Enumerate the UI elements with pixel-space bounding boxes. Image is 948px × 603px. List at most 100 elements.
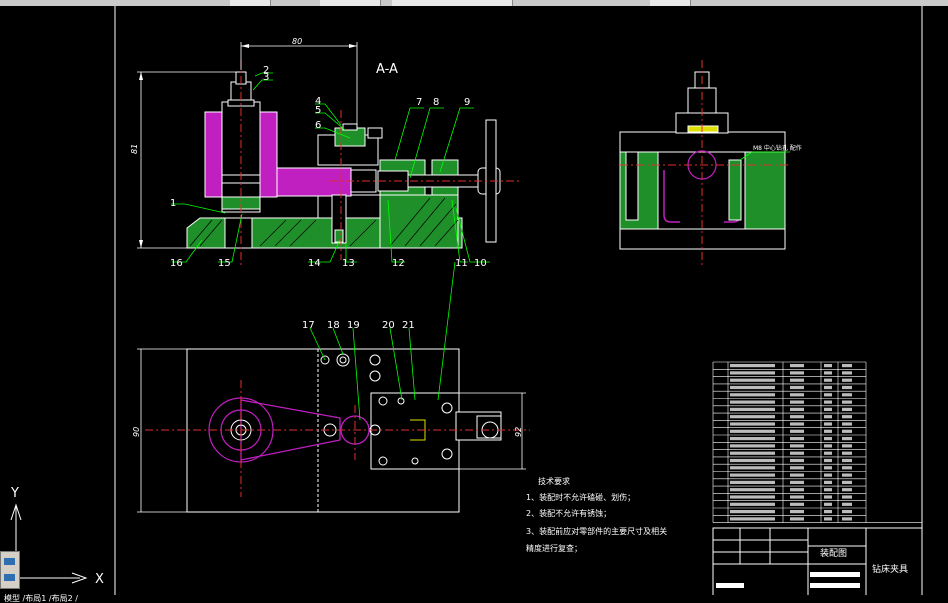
parts-list-cell-text [730,444,775,448]
parts-list-cell-text [842,451,852,455]
parts-list-cell-text [824,444,832,448]
part-number-3: 3 [263,72,269,83]
part-number-1: 1 [170,198,176,209]
part-number-8: 8 [433,97,439,108]
parts-list-cell-text [730,495,775,499]
part-number-7: 7 [416,97,422,108]
parts-list-cell-text [790,422,804,426]
parts-list-cell-text [824,429,832,433]
parts-list-cell-text [824,422,832,426]
parts-list-cell-text [790,415,804,419]
parts-list-cell-text [842,422,852,426]
side-view [619,60,790,265]
part-number-6: 6 [315,120,321,131]
parts-list-cell-text [842,378,852,382]
dimension-plan-right: 92 [514,427,523,437]
dimension-top-width: 80 [292,37,302,46]
dimension-left-height: 81 [130,144,139,154]
parts-list-cell-text [790,444,804,448]
parts-list-table [712,361,923,523]
parts-list-cell-text [842,393,852,397]
parts-list-cell-text [730,393,775,397]
parts-list-cell-text [842,495,852,499]
part-number-14: 14 [308,258,321,269]
technical-requirements: 技术要求 1、装配时不允许磕碰、划伤； 2、装配不允许有锈蚀； 3、装配前应对零… [526,476,667,553]
part-number-9: 9 [464,97,470,108]
parts-list-cell-text [842,466,852,470]
parts-list-cell-text [730,437,775,441]
parts-list-cell-text [730,473,775,477]
parts-list-cell-text [842,400,852,404]
parts-list-cell-text [790,510,804,514]
parts-list-cell-text [842,480,852,484]
parts-list-cell-text [730,466,775,470]
part-number-21: 21 [402,320,415,331]
parts-list-cell-text [790,495,804,499]
part-number-13: 13 [342,258,355,269]
parts-list-cell-text [842,385,852,390]
tech-req-line: 精度进行复查； [526,543,582,553]
parts-list-cell-text [790,502,804,506]
title-drawing-name: 装配图 [820,547,847,559]
parts-list-cell-text [730,415,775,419]
parts-list-cell-text [842,488,852,492]
side-view-note: M8 中心钻孔 配作 [753,144,802,152]
parts-list-cell-text [730,400,775,404]
part-number-15: 15 [218,258,231,269]
parts-list-cell-text [824,451,832,455]
parts-list-cell-text [730,364,775,368]
ucs-icon [10,503,88,584]
parts-list-cell-text [730,378,775,382]
section-label: A-A [376,62,398,77]
parts-list-cell-text [842,437,852,441]
parts-list-cell-text [730,422,775,426]
parts-list-cell-text [842,510,852,514]
tech-req-heading: 技术要求 [538,476,570,486]
parts-list-cell-text [842,502,852,506]
tech-req-line: 1、装配时不允许磕碰、划伤； [526,492,635,502]
parts-list-cell-text [842,364,852,368]
parts-list-cell-text [730,429,775,433]
plan-view [137,261,530,513]
parts-list-cell-text [842,371,852,375]
side-widget[interactable] [0,551,20,589]
parts-list-cell-text [730,510,775,514]
parts-list-cell-text [842,458,852,463]
parts-list-cell-text [824,385,832,390]
parts-list-cell-text [842,415,852,419]
parts-list-cell-text [790,488,804,492]
part-number-11: 11 [455,258,468,269]
parts-list-cell-text [842,444,852,448]
part-number-20: 20 [382,320,395,331]
parts-list-cell-text [730,480,775,484]
parts-list-cell-text [790,451,804,455]
parts-list-cell-text [842,473,852,477]
section-view-a-a [137,42,520,265]
parts-list-cell-text [790,458,804,463]
parts-list-cell-text [842,517,852,521]
parts-list-cell-text [824,480,832,484]
parts-list-cell-text [790,400,804,404]
parts-list-cell-text [790,385,804,390]
part-number-5: 5 [315,105,321,116]
parts-list-cell-text [790,364,804,368]
parts-list-cell-text [730,385,775,390]
parts-list-cell-text [824,364,832,368]
parts-list-cell-text [790,429,804,433]
parts-list-cell-text [790,407,804,411]
parts-list-cell-text [790,473,804,477]
part-number-16: 16 [170,258,183,269]
parts-list-cell-text [790,437,804,441]
layout-tabs[interactable]: 模型 /布局1 /布局2 / [0,595,948,603]
parts-list-cell-text [730,371,775,375]
tech-req-line: 2、装配不允许有锈蚀； [526,508,611,518]
widget-block [4,558,15,565]
parts-list-cell-text [824,517,832,521]
parts-list-cell-text [824,466,832,470]
parts-list-cell-text [790,378,804,382]
part-number-19: 19 [347,320,360,331]
parts-list-cell-text [730,517,775,521]
ucs-x-label: X [95,572,104,587]
parts-list-cell-text [824,437,832,441]
cad-drawing-canvas[interactable]: 2 3 4 5 6 7 8 9 1 16 15 14 13 12 11 10 A… [0,6,948,596]
